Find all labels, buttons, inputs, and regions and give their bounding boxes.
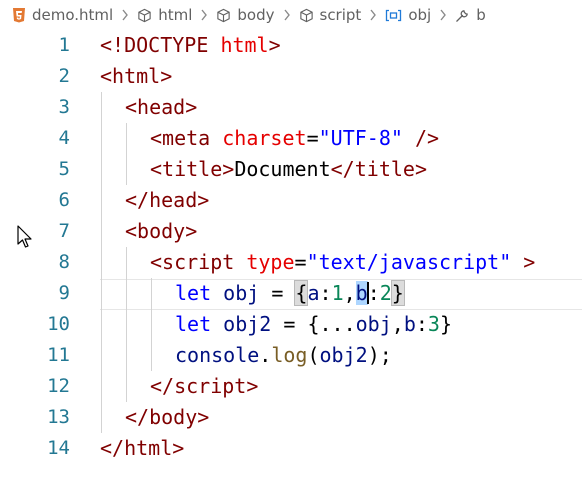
- code-line: <html>: [100, 64, 173, 88]
- code-line: <!DOCTYPE html>: [100, 33, 281, 57]
- chevron-right-icon: [200, 9, 208, 21]
- line-number: 1: [58, 34, 70, 56]
- breadcrumb-item-body[interactable]: body: [216, 6, 275, 24]
- wrench-icon: [455, 8, 470, 23]
- line-number: 6: [58, 189, 70, 211]
- line-number: 8: [58, 251, 70, 273]
- code-line: <meta charset="UTF-8" />: [150, 126, 440, 150]
- code-line: console.log(obj2);: [175, 343, 392, 367]
- breadcrumb-label: demo.html: [32, 6, 114, 24]
- line-number: 2: [58, 65, 70, 87]
- code-line: </head>: [125, 188, 210, 212]
- breadcrumb-item-file[interactable]: demo.html: [12, 6, 113, 24]
- code-editor[interactable]: 1 2 3 4 5 6 7 8 9 10 11 12 13 14 <!DOCTY…: [0, 30, 582, 482]
- breadcrumb-label: body: [237, 6, 275, 24]
- code-line: let obj = {a:1,b:2}: [175, 280, 405, 306]
- chevron-right-icon: [369, 9, 377, 21]
- line-number: 5: [58, 158, 70, 180]
- line-number: 7: [58, 220, 70, 242]
- line-number: 13: [47, 406, 70, 428]
- breadcrumb-label: html: [158, 6, 193, 24]
- line-number: 12: [47, 375, 70, 397]
- breadcrumb-label: script: [319, 6, 362, 24]
- variable-icon: [385, 9, 402, 22]
- breadcrumb-item-html[interactable]: html: [137, 6, 192, 24]
- breadcrumb-label: b: [476, 6, 486, 24]
- line-number: 14: [47, 437, 70, 459]
- breadcrumb-item-obj[interactable]: obj: [385, 6, 431, 24]
- code-line: </html>: [100, 436, 185, 460]
- code-line: <body>: [125, 219, 198, 243]
- breadcrumb: demo.html html body script obj b: [0, 0, 582, 30]
- cube-icon: [299, 8, 314, 23]
- html5-icon: [12, 7, 26, 23]
- matched-bracket: }: [390, 280, 405, 306]
- cube-icon: [137, 8, 152, 23]
- code-line: let obj2 = {...obj,b:3}: [175, 312, 452, 336]
- line-number: 10: [47, 313, 70, 335]
- code-line: <title>Document</title>: [150, 157, 427, 181]
- breadcrumb-item-b[interactable]: b: [455, 6, 486, 24]
- chevron-right-icon: [283, 9, 291, 21]
- code-line: <head>: [125, 95, 198, 119]
- cube-icon: [216, 8, 231, 23]
- code-line: <script type="text/javascript" >: [150, 250, 536, 274]
- code-line: </script>: [150, 374, 259, 398]
- matched-bracket: {: [294, 280, 309, 306]
- line-number: 11: [47, 344, 70, 366]
- breadcrumb-label: obj: [408, 6, 432, 24]
- line-number: 4: [58, 127, 70, 149]
- line-number: 9: [58, 282, 70, 304]
- chevron-right-icon: [439, 9, 447, 21]
- mouse-pointer-icon: [17, 225, 33, 253]
- breadcrumb-item-script[interactable]: script: [299, 6, 362, 24]
- line-number: 3: [58, 96, 70, 118]
- chevron-right-icon: [121, 9, 129, 21]
- code-line: </body>: [125, 405, 210, 429]
